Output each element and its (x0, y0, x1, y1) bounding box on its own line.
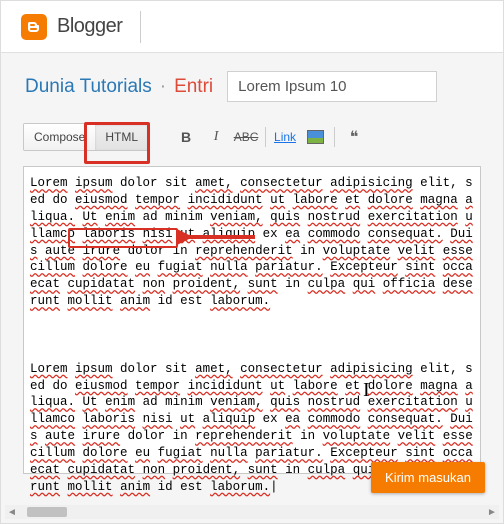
blogger-logo-icon (21, 14, 47, 40)
brand-name: Blogger (57, 15, 122, 38)
breadcrumb: Dunia Tutorials · Entri (1, 53, 503, 116)
strike-button[interactable]: ABC (231, 123, 261, 151)
html-mode-button[interactable]: HTML (95, 124, 148, 150)
quote-button[interactable]: ❝ (339, 123, 369, 151)
bold-button[interactable]: B (171, 123, 201, 151)
scroll-track[interactable] (19, 505, 485, 519)
breadcrumb-blog[interactable]: Dunia Tutorials (25, 76, 152, 98)
image-icon (307, 130, 324, 144)
editor-text[interactable]: Lorem ipsum dolor sit amet, consectetur … (30, 175, 474, 496)
feedback-button[interactable]: Kirim masukan (371, 462, 485, 493)
link-button[interactable]: Link (270, 123, 300, 151)
toolbar-divider (265, 127, 266, 147)
breadcrumb-section: Entri (174, 76, 213, 98)
format-group: B I ABC Link ❝ (171, 123, 369, 151)
toolbar-divider (334, 127, 335, 147)
editor-toolbar: Compose HTML B I ABC Link ❝ (1, 116, 503, 158)
post-title-input[interactable] (227, 71, 437, 102)
image-button[interactable] (300, 123, 330, 151)
app-header: Blogger (1, 1, 503, 53)
editor-mode-group: Compose HTML (23, 123, 149, 151)
scroll-right-arrow-icon[interactable]: ► (485, 505, 499, 519)
header-divider (140, 11, 141, 43)
compose-mode-button[interactable]: Compose (24, 124, 95, 150)
scroll-left-arrow-icon[interactable]: ◄ (5, 505, 19, 519)
breadcrumb-sep: · (160, 76, 166, 98)
italic-button[interactable]: I (201, 123, 231, 151)
html-editor[interactable]: Lorem ipsum dolor sit amet, consectetur … (23, 166, 481, 474)
scroll-thumb[interactable] (27, 507, 67, 517)
horizontal-scrollbar[interactable]: ◄ ► (5, 505, 499, 519)
